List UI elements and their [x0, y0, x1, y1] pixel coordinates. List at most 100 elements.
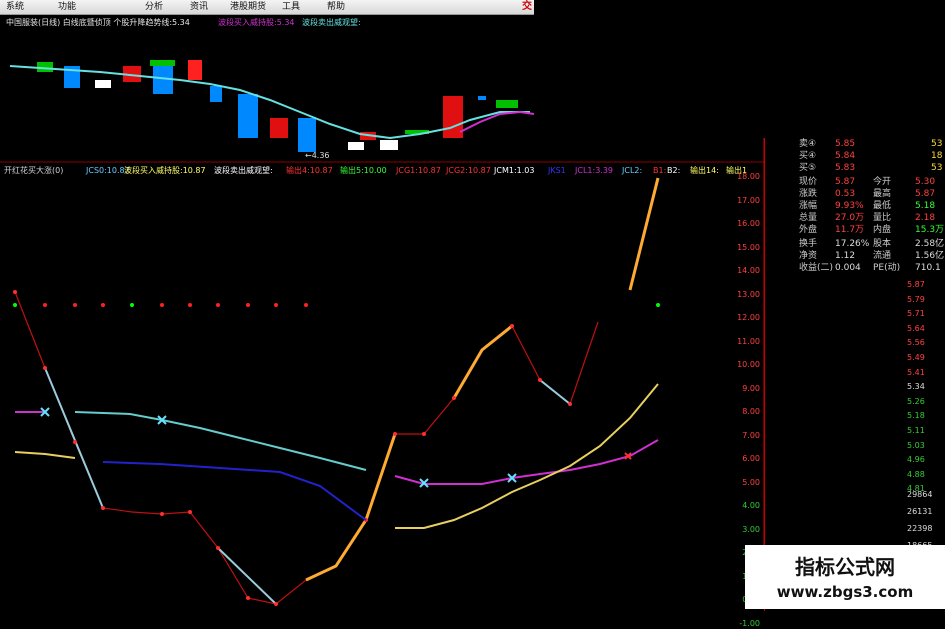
bottom-indicator-label: JKS1 — [548, 166, 566, 175]
quote-label: PE(动) — [873, 263, 901, 273]
quote-label: 今开 — [873, 177, 892, 187]
zigzag-segment-orange — [628, 177, 660, 291]
intraday-axis-label: 5.71 — [907, 309, 925, 319]
quote-panel: 卖④ 5.85 53 买④ 5.84 18 买⑤ 5.83 53 现价 5.87 今开 5.30 涨跌 0.… — [764, 138, 945, 611]
intraday-axis-label: 5.34 — [907, 382, 925, 392]
intraday-axis-label: 5.79 — [907, 294, 925, 304]
signal-dots — [13, 303, 660, 307]
quote-label: 涨幅 — [799, 201, 818, 211]
quote-row: 涨跌 0.53 最高 5.87 — [765, 188, 945, 200]
bottom-indicator-label: JCM1:1.03 — [494, 166, 535, 175]
top-indicator-label: 波段买入威持股:5.34 — [218, 18, 295, 27]
intraday-axis-label: 5.49 — [907, 353, 925, 362]
quote-value: 15.3万 — [915, 225, 945, 235]
curve-magenta — [394, 439, 659, 485]
watermark-url: www.zbgs3.com — [776, 583, 914, 601]
quote-row: 换手 17.26% 股本 2.58亿 — [765, 238, 945, 250]
quote-row: 买⑤ 5.83 53 — [765, 162, 945, 174]
axis-tick-label: -1.00 — [739, 618, 760, 628]
quote-row: 净资 1.12 流通 1.56亿 — [765, 250, 945, 262]
quote-value: 2.18 — [915, 213, 936, 223]
quote-label: 内盘 — [873, 225, 892, 235]
quote-value: 5.87 — [835, 177, 856, 187]
price-annotation: ←4.36 — [305, 151, 330, 160]
axis-tick-label: 11.00 — [737, 336, 760, 346]
intraday-axis-label: 5.56 — [907, 338, 925, 348]
bottom-indicator-label: JCG2:10.87 — [446, 166, 491, 175]
top-indicator-label: 波段卖出威观望: — [302, 18, 361, 27]
curve-navy — [102, 461, 367, 521]
candle — [95, 80, 111, 88]
candle — [210, 86, 222, 102]
axis-tick-label: 15.00 — [737, 242, 760, 252]
axis-tick-label: 9.00 — [742, 383, 760, 393]
quote-row: 涨幅 9.93% 最低 5.18 — [765, 200, 945, 212]
intraday-axis-label: 5.26 — [907, 396, 925, 406]
quote-label: 流通 — [873, 251, 892, 261]
zigzag-segment-blue — [44, 367, 104, 509]
quote-value: 0.53 — [835, 189, 856, 199]
axis-tick-label: 5.00 — [742, 477, 760, 487]
axis-tick-label: 16.00 — [737, 219, 760, 228]
quote-label: 外盘 — [799, 225, 818, 235]
quote-value: 1.12 — [835, 251, 856, 261]
curve-yellow-left — [14, 451, 76, 459]
trend-line-magenta — [459, 110, 535, 133]
bottom-indicator-label: JCG1:10.87 — [396, 166, 441, 175]
quote-value: 5.84 — [835, 151, 856, 161]
quote-volume: 53 — [931, 163, 943, 173]
quote-volume: 18 — [931, 151, 943, 161]
candle — [348, 142, 364, 150]
watermark-title: 指标公式网 — [795, 555, 895, 579]
quote-label: 股本 — [873, 239, 892, 249]
quote-label: 总量 — [799, 213, 818, 223]
zigzag-segment-orange — [305, 433, 397, 582]
axis-tick-label: 7.00 — [742, 430, 760, 440]
quote-value: 710.1 — [915, 263, 941, 273]
intraday-axis-label: 4.88 — [907, 469, 925, 479]
quote-label: 买④ — [799, 151, 817, 161]
quote-volume: 53 — [931, 139, 943, 149]
volume-axis-label: 29864 — [907, 490, 933, 499]
intraday-axis-label: 4.96 — [907, 455, 925, 465]
axis-tick-label: 14.00 — [737, 266, 760, 275]
axis-tick-label: 18.00 — [737, 172, 760, 181]
intraday-axis-label: 5.87 — [907, 280, 925, 289]
bottom-indicator-label: 输出4:10.87 — [286, 166, 333, 175]
axis-tick-label: 10.00 — [737, 360, 760, 369]
bottom-indicator-label: 输出14: — [690, 166, 719, 175]
bottom-indicator-label: JCL2: — [622, 166, 643, 175]
volume-axis-label: 26131 — [907, 507, 933, 516]
intraday-axis-label: 5.03 — [907, 440, 925, 450]
quote-value: 5.83 — [835, 163, 856, 173]
quote-label: 量比 — [873, 213, 892, 223]
axis-tick-label: 6.00 — [742, 454, 760, 463]
candle — [496, 100, 518, 108]
quote-value: 17.26% — [835, 239, 870, 249]
zigzag-line-red — [14, 291, 599, 605]
watermark: 指标公式网 www.zbgs3.com — [745, 545, 945, 609]
intraday-axis-label: 5.41 — [907, 367, 925, 377]
quote-label: 涨跌 — [799, 189, 818, 199]
quote-label: 收益(二) — [799, 263, 834, 273]
quote-value: 5.30 — [915, 177, 936, 187]
axis-tick-label: 12.00 — [737, 313, 760, 322]
quote-value: 9.93% — [835, 201, 864, 211]
quote-row: 卖④ 5.85 53 — [765, 138, 945, 150]
quote-row: 外盘 11.7万 内盘 15.3万 — [765, 224, 945, 236]
intraday-axis-label: 5.11 — [907, 426, 925, 435]
axis-tick-label: 8.00 — [742, 407, 760, 416]
quote-row: 总量 27.0万 量比 2.18 — [765, 212, 945, 224]
bottom-indicator-label: 输出5:10.00 — [340, 166, 387, 175]
quote-value: 27.0万 — [835, 213, 865, 223]
bottom-indicator-label: 波段买入威持股:10.87 — [124, 166, 206, 175]
bottom-indicator-label: JCL1:3.39 — [575, 166, 613, 175]
bottom-indicator-label: 波段卖出威观望: — [214, 166, 273, 175]
intraday-axis-label: 5.64 — [907, 323, 925, 333]
curve-yellow — [395, 383, 659, 529]
candle — [238, 94, 258, 138]
bottom-indicator-label: B2: — [667, 166, 681, 175]
quote-label: 买⑤ — [799, 163, 817, 173]
quote-row: 买④ 5.84 18 — [765, 150, 945, 162]
candle — [188, 60, 202, 80]
